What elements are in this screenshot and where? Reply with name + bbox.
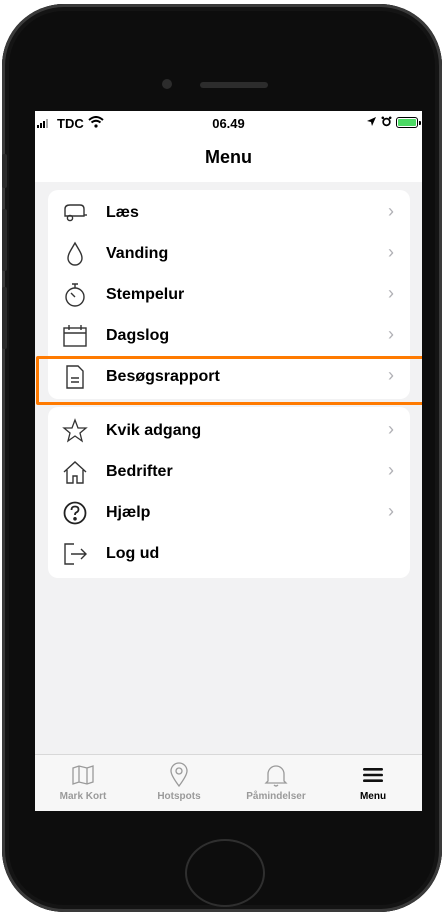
- chevron-right-icon: ›: [388, 283, 394, 303]
- mute-switch: [2, 154, 7, 188]
- phone-frame: TDC 06.49 Menu Læs › Vanding › Stempelur…: [2, 4, 442, 912]
- menu-item-laes[interactable]: Læs ›: [48, 192, 410, 233]
- chevron-right-icon: ›: [388, 460, 394, 480]
- status-bar: TDC 06.49: [35, 111, 422, 137]
- menu-item-vanding[interactable]: Vanding ›: [48, 233, 410, 274]
- battery-icon: [396, 117, 421, 128]
- tab-menu[interactable]: Menu: [325, 755, 421, 811]
- menu-item-label: Stempelur: [106, 285, 185, 303]
- menu-item-hjaelp[interactable]: Hjælp ›: [48, 492, 410, 533]
- chevron-right-icon: ›: [388, 501, 394, 521]
- chevron-right-icon: ›: [388, 419, 394, 439]
- screen: TDC 06.49 Menu Læs › Vanding › Stempelur…: [35, 111, 422, 811]
- navigation-bar: Menu: [35, 137, 422, 182]
- tab-label: Menu: [359, 791, 387, 802]
- earpiece-speaker: [200, 82, 268, 88]
- chevron-right-icon: ›: [388, 242, 394, 262]
- front-camera: [162, 79, 172, 89]
- water-drop-icon: [62, 241, 88, 267]
- highlight-box: [36, 356, 422, 405]
- home-icon: [62, 459, 88, 485]
- menu-item-dagslog[interactable]: Dagslog ›: [48, 315, 410, 356]
- clock: 06.49: [212, 116, 245, 131]
- tab-mark-kort[interactable]: Mark Kort: [35, 755, 131, 811]
- menu-item-stempelur[interactable]: Stempelur ›: [48, 274, 410, 315]
- menu-item-label: Vanding: [106, 244, 169, 262]
- menu-item-label: Læs: [106, 203, 139, 221]
- home-button[interactable]: [185, 839, 265, 907]
- tab-hotspots[interactable]: Hotspots: [131, 755, 227, 811]
- tab-paamindelser[interactable]: Påmindelser: [228, 755, 324, 811]
- location-pin-icon: [165, 761, 193, 789]
- menu-item-label: Log ud: [106, 544, 160, 562]
- menu-item-kvik-adgang[interactable]: Kvik adgang ›: [48, 410, 410, 451]
- menu-item-bedrifter[interactable]: Bedrifter ›: [48, 451, 410, 492]
- menu-item-label: Dagslog: [106, 326, 170, 344]
- tab-bar: Mark Kort Hotspots Påmindelser Menu: [35, 754, 422, 811]
- bell-icon: [262, 761, 290, 789]
- volume-up-button: [2, 209, 7, 271]
- menu-item-label: Kvik adgang: [106, 421, 202, 439]
- tab-label: Påmindelser: [246, 791, 306, 802]
- trailer-icon: [62, 200, 88, 226]
- stopwatch-icon: [62, 282, 88, 308]
- map-icon: [69, 761, 97, 789]
- menu-item-label: Hjælp: [106, 503, 151, 521]
- hamburger-icon: [359, 761, 387, 789]
- chevron-right-icon: ›: [388, 324, 394, 344]
- tab-label: Mark Kort: [59, 791, 107, 802]
- calendar-icon: [62, 323, 88, 349]
- menu-item-log-ud[interactable]: Log ud: [48, 533, 410, 574]
- page-title: Menu: [205, 147, 252, 167]
- tab-label: Hotspots: [157, 791, 201, 802]
- menu-item-label: Bedrifter: [106, 462, 173, 480]
- location-arrow-icon: [366, 115, 377, 130]
- alarm-icon: [381, 115, 392, 130]
- volume-down-button: [2, 287, 7, 349]
- menu-group-secondary: Kvik adgang › Bedrifter › Hjælp › Log ud: [48, 407, 410, 578]
- chevron-right-icon: ›: [388, 201, 394, 221]
- help-icon: [62, 500, 88, 526]
- star-icon: [62, 418, 88, 444]
- logout-icon: [62, 541, 88, 567]
